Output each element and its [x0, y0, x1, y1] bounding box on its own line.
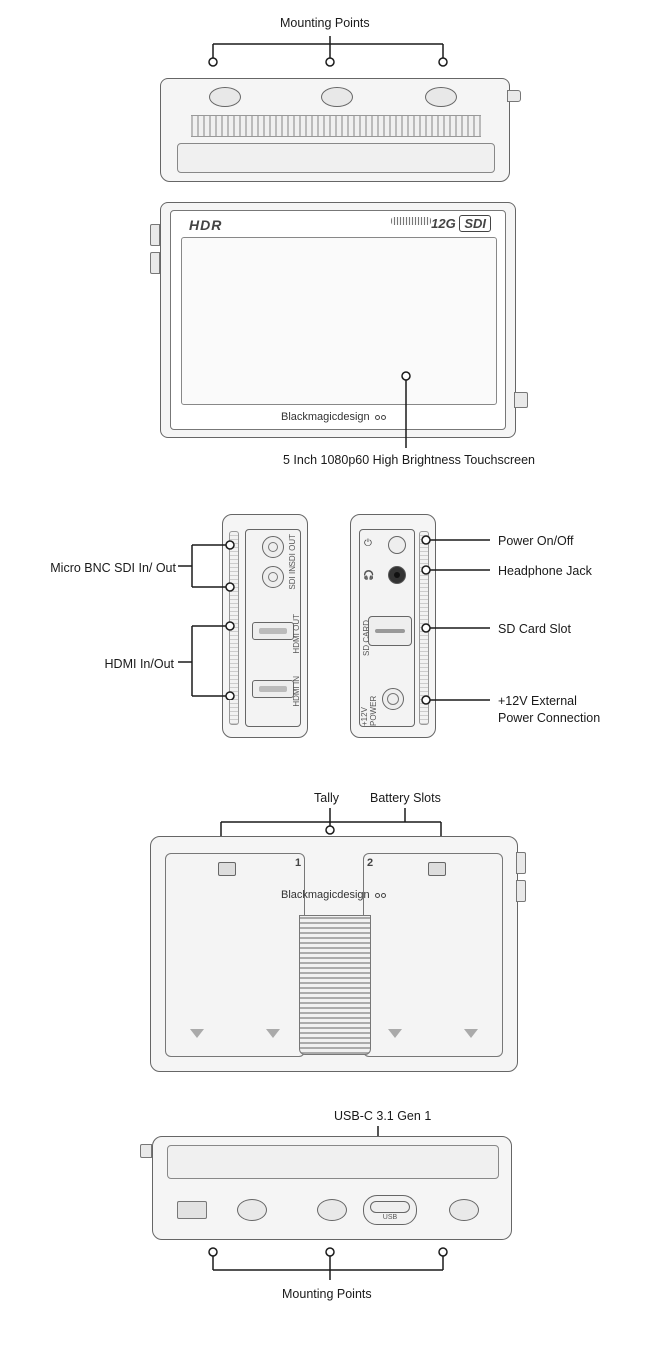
hdr-logo: HDR: [189, 217, 222, 233]
leader-power: [420, 534, 490, 546]
brand-logo-front: Blackmagicdesign: [281, 411, 386, 423]
txt-hdmi-out: HDMI OUT: [292, 614, 301, 654]
usb-port-area: USB: [363, 1195, 417, 1225]
front-side-tab-r: [514, 392, 528, 408]
label-mounting-points-top: Mounting Points: [280, 15, 370, 32]
slot1-num: 1: [295, 857, 301, 869]
power-button[interactable]: [388, 536, 406, 554]
front-side-tab-2: [150, 252, 160, 274]
speaker-grille: [391, 217, 431, 225]
back-view-body: 1 2 Blackmagicdesign: [150, 836, 518, 1072]
label-hdmi: HDMI In/Out: [92, 656, 174, 673]
label-battery: Battery Slots: [370, 790, 441, 807]
txt-hdmi-in: HDMI IN: [292, 676, 301, 707]
txt-sdi-in: SDI IN: [288, 566, 297, 590]
leader-extpwr: [420, 694, 490, 706]
leader-mounting-bottom: [150, 1246, 510, 1286]
battery-slot-1[interactable]: [165, 853, 305, 1057]
usb-txt: USB: [383, 1214, 397, 1221]
battery-slot-2[interactable]: [363, 853, 503, 1057]
power-icon: ⏻: [364, 538, 372, 549]
leader-bnc: [178, 540, 244, 594]
hdmi-in[interactable]: [252, 680, 294, 698]
bottom-tab: [140, 1144, 152, 1158]
bottom-mount-3: [449, 1199, 479, 1221]
top-view-body: [160, 78, 510, 182]
slot2-num: 2: [367, 857, 373, 869]
back-tab-2: [516, 880, 526, 902]
front-bezel: HDR 12G SDI Blackmagicdesign: [170, 210, 506, 430]
brand-logo-back: Blackmagicdesign: [281, 889, 386, 901]
sd-card-slot[interactable]: [368, 616, 412, 646]
label-extpwr: +12V External Power Connection: [498, 693, 600, 727]
usb-c-port[interactable]: [370, 1201, 410, 1213]
sdi-logo-box: SDI: [459, 215, 491, 232]
leader-hdmi: [178, 618, 244, 700]
headphone-jack[interactable]: [388, 566, 406, 584]
leader-mounting-top: [150, 32, 510, 72]
label-tally: Tally: [314, 790, 339, 807]
label-sd: SD Card Slot: [498, 621, 571, 638]
bottom-mount-1: [237, 1199, 267, 1221]
leader-sd: [420, 622, 490, 634]
txt-sdi-out: SDI OUT: [288, 534, 297, 566]
bottom-view-body: USB: [152, 1136, 512, 1240]
sdi-logo-prefix: 12G: [431, 216, 456, 231]
leader-touchscreen-2: [396, 400, 416, 448]
label-power: Power On/Off: [498, 533, 574, 550]
bnc-in[interactable]: [262, 566, 284, 588]
power-barrel[interactable]: [382, 688, 404, 710]
bottom-rect: [177, 1201, 207, 1219]
label-usb: USB-C 3.1 Gen 1: [334, 1108, 431, 1125]
txt-12v: +12V POWER: [360, 680, 378, 726]
label-touchscreen: 5 Inch 1080p60 High Brightness Touchscre…: [254, 452, 564, 469]
front-side-tab-1: [150, 224, 160, 246]
bottom-mount-2: [317, 1199, 347, 1221]
leader-touchscreen: [396, 370, 416, 400]
hp-icon: 🎧: [363, 570, 375, 581]
leader-hp: [420, 564, 490, 576]
hdmi-out[interactable]: [252, 622, 294, 640]
label-hp: Headphone Jack: [498, 563, 592, 580]
label-bnc: Micro BNC SDI In/ Out: [46, 560, 176, 577]
center-grille: [299, 915, 371, 1055]
bnc-out[interactable]: [262, 536, 284, 558]
back-tab-1: [516, 852, 526, 874]
label-mounting-points-bottom: Mounting Points: [282, 1286, 372, 1303]
sdi-logo: 12G SDI: [431, 216, 491, 231]
touchscreen[interactable]: [181, 237, 497, 405]
top-side-tab: [507, 90, 521, 102]
